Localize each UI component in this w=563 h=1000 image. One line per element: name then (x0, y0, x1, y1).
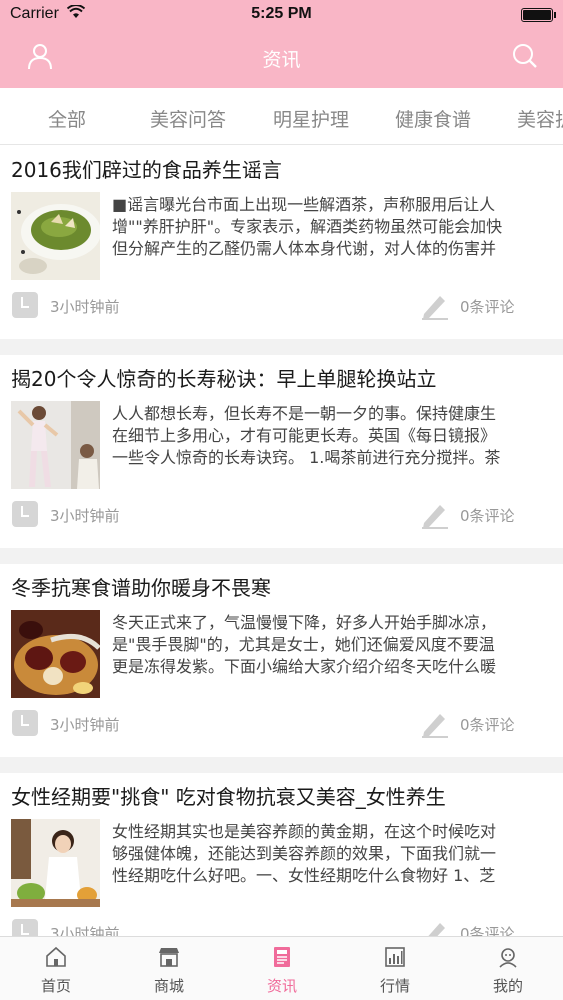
tab-beauty-care[interactable]: 美容护 (517, 105, 563, 132)
article-title[interactable]: 女性经期要"挑食" 吃对食物抗衰又美容_女性养生 (11, 781, 446, 810)
article-time: 3小时钟前 (50, 925, 120, 936)
article-comments[interactable]: 0条评论 (460, 296, 515, 317)
comment-pen-icon[interactable] (420, 708, 450, 738)
article-summary: 人人都想长寿，但长寿不是一朝一夕的事。保持健康生 在细节上多用心，才有可能更长寿… (112, 404, 501, 467)
profile-icon (499, 948, 517, 968)
article-title[interactable]: 揭20个令人惊奇的长寿秘诀：早上单腿轮换站立 (11, 363, 436, 392)
clock-icon (12, 919, 38, 936)
tabbar-store[interactable]: 商城 (113, 937, 225, 1000)
tabbar-market[interactable]: 行情 (339, 937, 451, 1000)
home-icon (46, 946, 66, 967)
article-summary: 冬天正式来了，气温慢慢下降，好多人开始手脚冰凉， 是"畏手畏脚"的，尤其是女士，… (112, 613, 497, 676)
article-comments[interactable]: 0条评论 (460, 505, 515, 526)
article-card[interactable]: 冬季抗寒食谱助你暖身不畏寒 冬天正式来了，气温慢慢下降，好多人开始手脚冰凉， 是… (0, 564, 563, 757)
article-summary: 女性经期其实也是美容养颜的黄金期，在这个时候吃对 够强健体魄，还能达到美容养颜的… (112, 822, 497, 885)
tab-beauty-qa[interactable]: 美容问答 (150, 105, 226, 132)
article-thumbnail[interactable] (11, 401, 100, 489)
page-title: 资讯 (262, 49, 301, 71)
store-icon (159, 948, 179, 967)
battery-icon (521, 8, 556, 22)
article-title[interactable]: 2016我们辟过的食品养生谣言 (11, 154, 282, 183)
tabbar-label: 行情 (379, 977, 410, 995)
nav-bar: 资讯 (0, 30, 563, 88)
article-title[interactable]: 冬季抗寒食谱助你暖身不畏寒 (11, 572, 271, 601)
article-thumbnail[interactable] (11, 819, 100, 907)
status-bar: Carrier 5:25 PM (0, 0, 563, 30)
top-bar: Carrier 5:25 PM 资讯 (0, 0, 563, 88)
tabbar-news[interactable]: 资讯 (226, 937, 338, 1000)
article-card[interactable]: 2016我们辟过的食品养生谣言 ■谣言曝光台市面上出现一些解酒茶，声称服用后让人… (0, 146, 563, 339)
search-icon[interactable] (511, 42, 539, 70)
news-icon (274, 947, 290, 967)
clock-icon (12, 501, 38, 527)
tabbar-profile[interactable]: 我的 (452, 937, 563, 1000)
article-time: 3小时钟前 (50, 507, 120, 525)
article-feed: 2016我们辟过的食品养生谣言 ■谣言曝光台市面上出现一些解酒茶，声称服用后让人… (0, 146, 563, 936)
comment-pen-icon[interactable] (420, 290, 450, 320)
article-thumbnail[interactable] (11, 610, 100, 698)
tab-all[interactable]: 全部 (48, 105, 86, 132)
tabbar-home[interactable]: 首页 (0, 937, 112, 1000)
status-time: 5:25 PM (251, 5, 312, 22)
tabbar-label: 资讯 (266, 977, 297, 995)
article-thumbnail[interactable] (11, 192, 100, 280)
article-card[interactable]: 揭20个令人惊奇的长寿秘诀：早上单腿轮换站立 人人都想长寿，但长寿不是一朝一夕的… (0, 355, 563, 548)
article-comments[interactable]: 0条评论 (460, 714, 515, 735)
chart-icon (385, 947, 405, 967)
tab-celebrity-care[interactable]: 明星护理 (273, 105, 349, 132)
bottom-tab-bar: 首页 商城 资讯 行情 我的 (0, 936, 563, 1000)
tab-healthy-recipes[interactable]: 健康食谱 (395, 105, 471, 132)
article-card[interactable]: 女性经期要"挑食" 吃对食物抗衰又美容_女性养生 女性经期其实也是美容养颜的黄金… (0, 773, 563, 936)
tabbar-label: 首页 (40, 977, 71, 995)
article-time: 3小时钟前 (50, 298, 120, 316)
tabbar-label: 商城 (153, 977, 184, 995)
article-summary: ■谣言曝光台市面上出现一些解酒茶，声称服用后让人 增""养肝护肝"。专家表示，解… (112, 195, 503, 258)
article-comments[interactable]: 0条评论 (460, 923, 515, 936)
category-tabs: 全部 美容问答 明星护理 健康食谱 美容护 (0, 88, 563, 145)
clock-icon (12, 710, 38, 736)
comment-pen-icon[interactable] (420, 499, 450, 529)
comment-pen-icon[interactable] (420, 917, 450, 936)
clock-icon (12, 292, 38, 318)
tabbar-label: 我的 (492, 977, 523, 995)
article-time: 3小时钟前 (50, 716, 120, 734)
